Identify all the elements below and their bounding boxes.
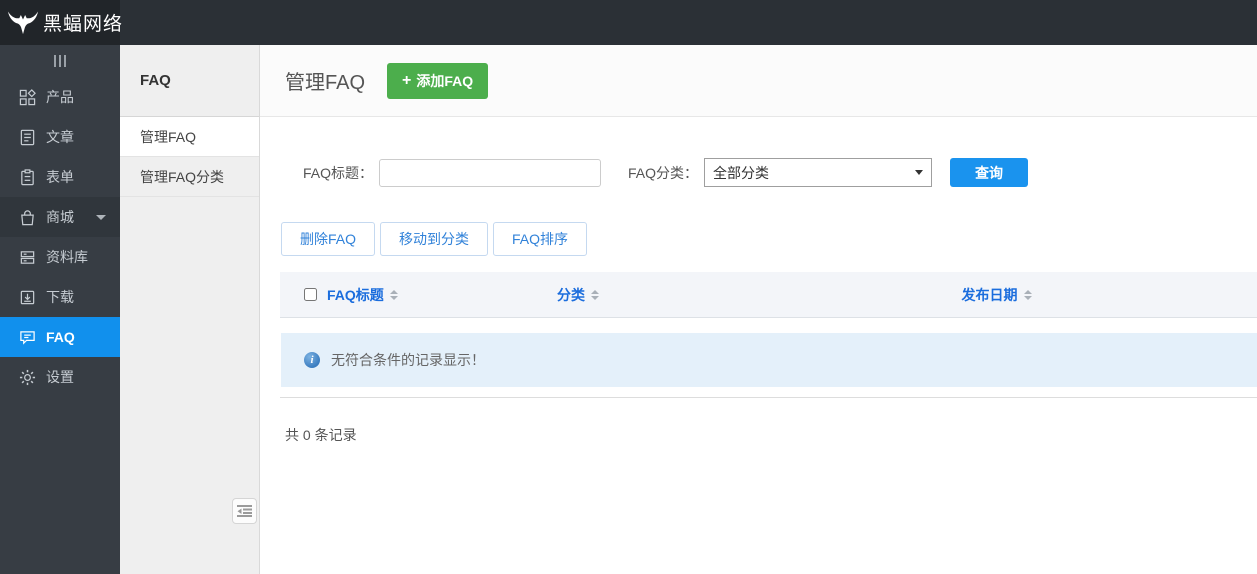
admin-page: 黑蝠网络 产品 文章 表单 商城 资料库 下载 FAQ 设置 FAQ 管理FAQ…: [0, 0, 1257, 574]
column-label: 分类: [557, 286, 585, 303]
indent-collapse-icon: [237, 505, 252, 517]
no-records-message: 无符合条件的记录显示！: [331, 352, 485, 368]
content: FAQ标题： FAQ分类： 全部分类 查询 删除FAQ 移动到分类 FAQ排序: [260, 117, 1257, 574]
faq-title-input[interactable]: [379, 158, 602, 187]
logo[interactable]: 黑蝠网络: [0, 0, 124, 45]
info-icon: i: [304, 352, 320, 368]
mall-bag-icon: [18, 208, 36, 226]
settings-gear-icon: [18, 368, 36, 386]
column-header-faq-title[interactable]: FAQ标题: [324, 285, 420, 305]
sidebar-item-label: 文章: [46, 129, 74, 145]
form-clipboard-icon: [18, 168, 36, 186]
add-faq-button-label: 添加FAQ: [416, 72, 474, 89]
column-header-category[interactable]: 分类: [420, 285, 736, 305]
sort-icon: [1023, 289, 1032, 300]
sidebar-item-faq[interactable]: FAQ: [0, 317, 120, 357]
sidebar-item-library[interactable]: 资料库: [0, 237, 120, 277]
delete-faq-button[interactable]: 删除FAQ: [281, 222, 376, 256]
primary-sidebar: 产品 文章 表单 商城 资料库 下载 FAQ 设置: [0, 45, 120, 574]
sidebar-item-label: 表单: [46, 169, 74, 185]
logo-text: 黑蝠网络: [43, 14, 124, 35]
column-label: 发布日期: [961, 286, 1018, 303]
article-icon: [18, 128, 36, 146]
faq-category-selected-value: 全部分类: [713, 164, 770, 181]
plus-icon: +: [402, 71, 412, 89]
faq-category-label: FAQ分类：: [628, 164, 699, 181]
sidebar-item-forms[interactable]: 表单: [0, 157, 120, 197]
sort-icon: [591, 289, 599, 300]
sidebar-item-label: 下载: [46, 289, 74, 305]
library-icon: [18, 248, 36, 266]
sidebar-item-label: 产品: [46, 89, 74, 105]
column-header-publish-date[interactable]: 发布日期: [736, 285, 1257, 305]
select-all-checkbox[interactable]: [304, 288, 317, 301]
secondary-sidebar-title: FAQ: [120, 45, 259, 117]
sidebar-item-label: 设置: [46, 369, 74, 385]
move-to-category-button[interactable]: 移动到分类: [380, 222, 489, 256]
sidebar-item-articles[interactable]: 文章: [0, 117, 120, 157]
table-header-row: FAQ标题 分类 发布日期: [280, 272, 1257, 318]
no-records-alert: i 无符合条件的记录显示！: [281, 333, 1257, 387]
faq-title-label: FAQ标题：: [303, 164, 374, 181]
faq-category-select[interactable]: 全部分类: [704, 158, 933, 187]
collapse-bars-icon: [54, 55, 66, 67]
download-icon: [18, 288, 36, 306]
record-count: 共 0 条记录: [285, 427, 357, 443]
filter-row: FAQ标题： FAQ分类： 全部分类 查询: [303, 158, 1257, 187]
sidebar-item-mall[interactable]: 商城: [0, 197, 120, 237]
sidebar-item-products[interactable]: 产品: [0, 77, 120, 117]
search-button[interactable]: 查询: [950, 158, 1029, 187]
select-caret-icon: [915, 170, 924, 175]
products-grid-icon: [18, 88, 36, 106]
sidebar-item-settings[interactable]: 设置: [0, 357, 120, 397]
main-area: 管理FAQ + 添加FAQ FAQ标题： FAQ分类： 全部分类 查询 删除FA…: [260, 45, 1257, 574]
subsidebar-item-manage-faq[interactable]: 管理FAQ: [120, 117, 259, 157]
page-header: 管理FAQ + 添加FAQ: [260, 45, 1257, 117]
bat-icon: [7, 10, 39, 34]
subsidebar-collapse-button[interactable]: [232, 498, 257, 524]
table-bottom-divider: [280, 397, 1257, 398]
column-label: FAQ标题: [327, 286, 384, 303]
chevron-down-icon: [96, 214, 106, 220]
faq-bubble-icon: [18, 328, 36, 346]
faq-sort-button[interactable]: FAQ排序: [493, 222, 588, 256]
secondary-sidebar: FAQ 管理FAQ 管理FAQ分类: [120, 45, 260, 574]
subsidebar-item-manage-faq-categories[interactable]: 管理FAQ分类: [120, 157, 259, 197]
toolbar: 删除FAQ 移动到分类 FAQ排序: [281, 222, 1257, 256]
select-all-cell: [280, 288, 324, 301]
sidebar-item-label: 商城: [46, 209, 74, 225]
add-faq-button[interactable]: + 添加FAQ: [387, 62, 489, 99]
page-title: 管理FAQ: [285, 72, 366, 94]
sidebar-item-downloads[interactable]: 下载: [0, 277, 120, 317]
topbar: 黑蝠网络: [0, 0, 1257, 45]
sidebar-item-label: 资料库: [46, 249, 88, 265]
sidebar-collapse-toggle[interactable]: [0, 45, 120, 77]
sidebar-item-label: FAQ: [46, 329, 75, 345]
sort-icon: [389, 289, 398, 300]
